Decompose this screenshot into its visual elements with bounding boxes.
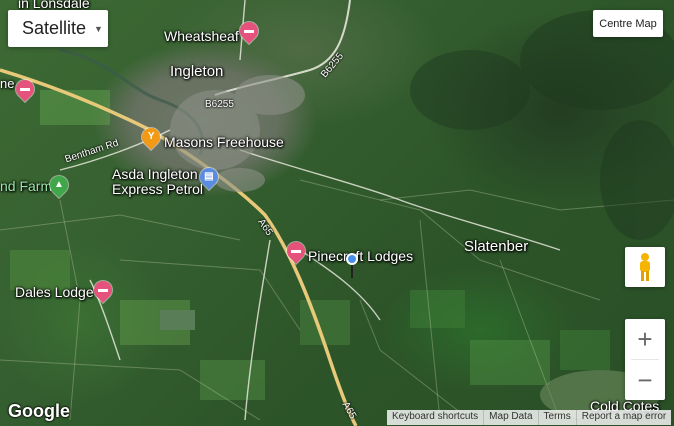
place-pinecroft-lodges: Pinecroft Lodges (308, 248, 414, 264)
place-asda-line1: Asda Ingleton (112, 166, 198, 182)
place-dales-lodge: Dales Lodge (15, 284, 94, 300)
map-canvas[interactable]: in Lonsdale ne Wheatsheaf Ingleton Mason… (0, 0, 674, 426)
place-ingleton: Ingleton (170, 63, 224, 80)
report-error-link[interactable]: Report a map error (575, 410, 671, 425)
keyboard-shortcuts-link[interactable]: Keyboard shortcuts (387, 410, 483, 425)
place-farm: nd Farm (0, 178, 53, 194)
street-view-button[interactable] (625, 247, 665, 287)
zoom-in-button[interactable]: + (625, 319, 665, 359)
map-type-dropdown[interactable]: Satellite ▼ (8, 10, 108, 47)
chevron-down-icon: ▼ (94, 23, 103, 34)
google-logo[interactable]: Google (8, 401, 70, 422)
attribution-bar: Keyboard shortcuts Map Data Terms Report… (387, 410, 672, 425)
pegman-icon (640, 253, 650, 281)
terms-link[interactable]: Terms (537, 410, 576, 425)
location-marker-stick (351, 265, 353, 278)
map-data-link[interactable]: Map Data (483, 410, 537, 425)
centre-map-button[interactable]: Centre Map (593, 10, 663, 37)
zoom-control: + − (625, 319, 665, 400)
place-wheatsheaf: Wheatsheaf (164, 28, 239, 44)
location-marker[interactable] (346, 253, 358, 265)
map-type-label: Satellite (22, 18, 87, 38)
place-masons-freehouse: Masons Freehouse (164, 134, 284, 150)
zoom-out-button[interactable]: − (625, 360, 665, 400)
place-slatenber: Slatenber (464, 238, 529, 255)
place-partial-left: ne (0, 76, 15, 91)
place-asda-line2: Express Petrol (112, 181, 204, 197)
road-label-b6255: B6255 (205, 99, 234, 110)
